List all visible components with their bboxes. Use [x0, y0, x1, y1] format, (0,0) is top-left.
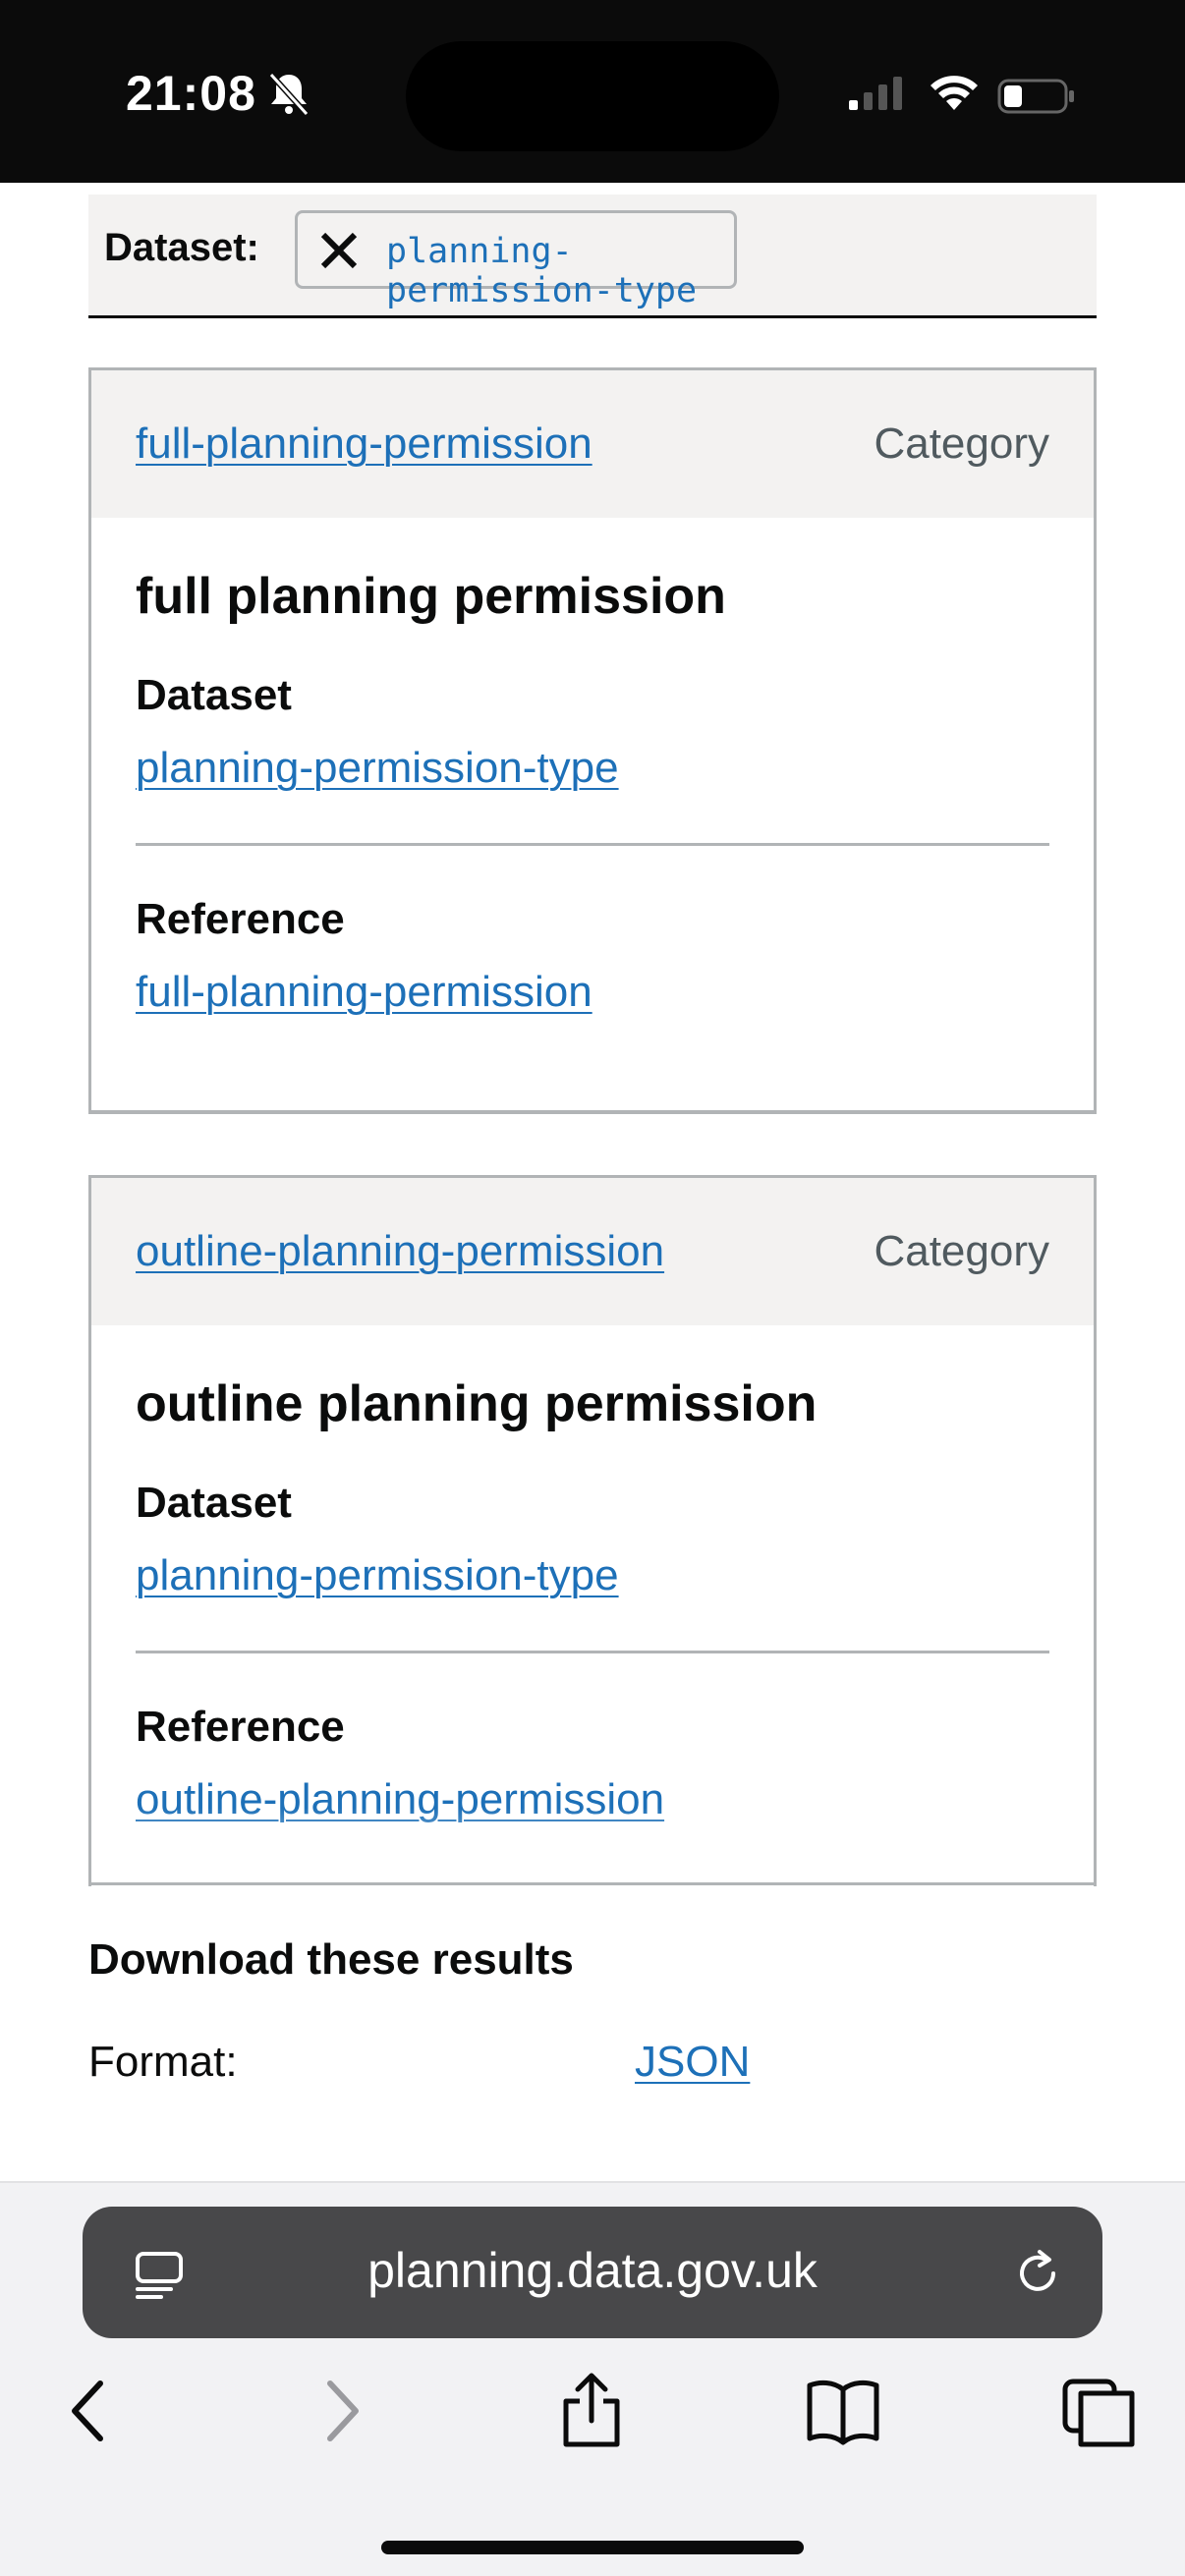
json-download-link[interactable]: JSON: [635, 2038, 750, 2087]
back-icon[interactable]: [59, 2372, 118, 2455]
result-card: full-planning-permission Category full p…: [88, 367, 1097, 1114]
share-icon[interactable]: [556, 2372, 627, 2455]
reference-link[interactable]: full-planning-permission: [136, 968, 592, 1017]
download-heading: Download these results: [88, 1935, 574, 1984]
filter-chip-value: planning-permission-type: [386, 232, 698, 310]
cellular-signal-icon: [847, 75, 906, 115]
battery-icon: [997, 79, 1076, 119]
forward-icon[interactable]: [312, 2372, 371, 2455]
close-icon[interactable]: [317, 229, 361, 277]
url-text: planning.data.gov.uk: [367, 2243, 818, 2298]
card-type: Category: [874, 420, 1049, 468]
divider: [88, 1882, 1097, 1885]
dataset-link[interactable]: planning-permission-type: [136, 744, 619, 793]
card-type: Category: [874, 1227, 1049, 1275]
format-label: Format:: [88, 2038, 238, 2086]
tabs-icon[interactable]: [1061, 2372, 1136, 2455]
status-time: 21:08: [126, 66, 256, 121]
card-header-link[interactable]: outline-planning-permission: [136, 1227, 664, 1276]
dataset-label: Dataset: [136, 671, 292, 719]
reference-label: Reference: [136, 895, 345, 943]
card-header-link[interactable]: full-planning-permission: [136, 420, 592, 469]
dataset-label: Dataset: [136, 1479, 292, 1527]
filter-bar: Dataset: planning-permission-type: [88, 195, 1097, 318]
status-bar: 21:08: [0, 0, 1185, 183]
silent-bell-icon: [267, 71, 310, 121]
dynamic-island: [406, 41, 779, 151]
wifi-icon: [929, 75, 980, 117]
divider: [136, 843, 1049, 846]
bookmarks-icon[interactable]: [806, 2372, 880, 2455]
card-title: full planning permission: [136, 568, 726, 625]
reference-label: Reference: [136, 1703, 345, 1751]
address-bar[interactable]: planning.data.gov.uk: [83, 2207, 1102, 2338]
dataset-link[interactable]: planning-permission-type: [136, 1551, 619, 1600]
card-header: full-planning-permission Category: [91, 370, 1094, 518]
divider: [136, 1651, 1049, 1653]
scroll-fade: [91, 1808, 1094, 1886]
dataset-filter-chip[interactable]: planning-permission-type: [295, 210, 737, 310]
home-indicator: [381, 2541, 804, 2554]
result-card: outline-planning-permission Category out…: [88, 1175, 1097, 1886]
filter-label: Dataset:: [104, 226, 259, 269]
card-header: outline-planning-permission Category: [91, 1178, 1094, 1325]
card-title: outline planning permission: [136, 1375, 818, 1432]
reload-icon[interactable]: [1010, 2246, 1065, 2306]
